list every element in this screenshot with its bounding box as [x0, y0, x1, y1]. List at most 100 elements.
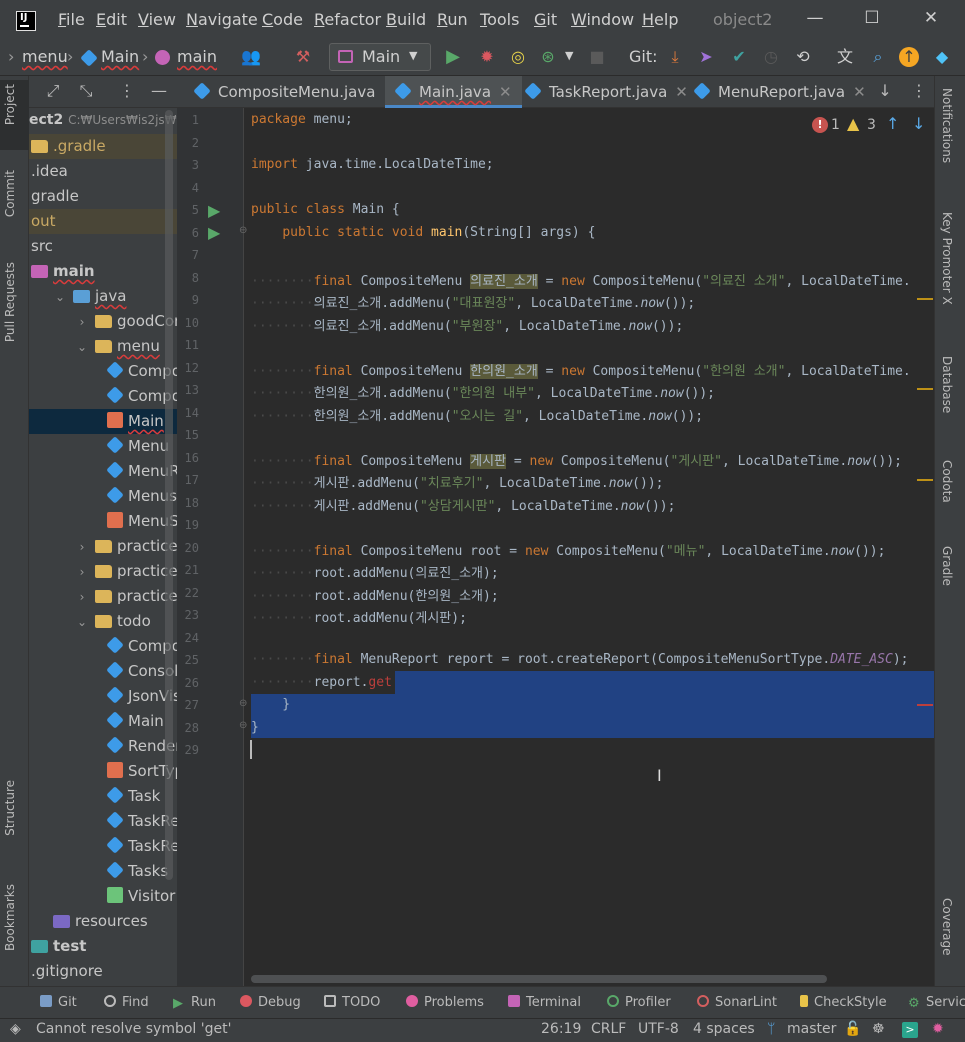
tool-tab-structure[interactable]: Structure — [3, 780, 17, 836]
code-line[interactable]: import java.time.LocalDateTime; — [251, 157, 494, 172]
chevron-right-icon[interactable]: › — [75, 535, 89, 560]
warning-icon[interactable]: ▲ — [847, 114, 859, 133]
tree-item[interactable]: Menus — [29, 484, 177, 509]
code-line[interactable]: ········한의원_소개.addMenu("오시는 길", LocalDat… — [251, 405, 703, 424]
close-tab-icon[interactable]: ✕ — [853, 83, 866, 101]
close-tab-icon[interactable]: ✕ — [499, 83, 512, 101]
tree-item[interactable]: ›practice_pre — [29, 584, 177, 609]
plugin-icon[interactable]: ◆ — [931, 46, 953, 68]
code-line[interactable]: ········final CompositeMenu root = new C… — [251, 540, 885, 559]
error-count[interactable]: 1 — [831, 117, 840, 133]
git-commit-icon[interactable]: ✔ — [728, 46, 750, 68]
menu-git[interactable]: Git — [534, 10, 557, 29]
tree-item[interactable]: resources — [29, 909, 177, 934]
tab-list-down-icon[interactable]: ↓ — [874, 80, 896, 102]
file-encoding[interactable]: UTF-8 — [638, 1021, 679, 1037]
chevron-down-icon[interactable]: ⌄ — [75, 335, 89, 360]
warning-stripe-marker[interactable] — [917, 298, 933, 300]
project-scrollbar[interactable] — [165, 110, 173, 880]
caret-position[interactable]: 26:19 — [541, 1021, 581, 1037]
status-message[interactable]: Cannot resolve symbol 'get' — [36, 1021, 231, 1037]
tab-menu-report[interactable]: MenuReport.java ✕ — [684, 76, 876, 108]
expand-all-icon[interactable]: ⤢ — [42, 80, 64, 102]
tree-item[interactable]: Compos — [29, 359, 177, 384]
fold-icon[interactable]: ⊖ — [239, 698, 247, 709]
tool-debug[interactable]: Debug — [240, 995, 301, 1010]
tool-tab-coverage[interactable]: Coverage — [940, 898, 954, 956]
tool-find[interactable]: Find — [104, 995, 149, 1010]
hector-icon[interactable]: ☸ — [872, 1021, 885, 1037]
code-line[interactable]: ········report.get — [251, 675, 392, 690]
tool-tab-pull-requests[interactable]: Pull Requests — [3, 262, 17, 342]
code-line[interactable]: } — [251, 697, 290, 712]
menu-navigate[interactable]: Navigate — [186, 10, 258, 29]
tool-tab-notifications[interactable]: Notifications — [940, 88, 954, 163]
git-update-icon[interactable]: ⤓ — [664, 46, 686, 68]
breadcrumb-main-class[interactable]: Main — [101, 47, 139, 66]
code-line[interactable]: } — [251, 720, 259, 735]
menu-help[interactable]: Help — [642, 10, 678, 29]
chevron-right-icon[interactable]: › — [75, 310, 89, 335]
chevron-right-icon[interactable]: › — [75, 585, 89, 610]
tree-item[interactable]: JsonVisit — [29, 684, 177, 709]
code-line[interactable]: ········root.addMenu(게시판); — [251, 607, 467, 626]
tool-tab-commit[interactable]: Commit — [3, 170, 17, 217]
menu-run[interactable]: Run — [437, 10, 468, 29]
tree-item[interactable]: Console — [29, 659, 177, 684]
rollback-icon[interactable]: ⟲ — [792, 46, 814, 68]
tree-item[interactable]: .idea — [29, 159, 177, 184]
chevron-down-icon[interactable]: ▼ — [565, 49, 573, 62]
tool-services[interactable]: ⚙ Servic — [908, 995, 965, 1011]
tree-item[interactable]: MenuRe — [29, 459, 177, 484]
codota-icon[interactable]: > — [902, 1022, 918, 1038]
intellij-logo-icon[interactable]: IJ — [16, 11, 36, 31]
code-line[interactable]: package menu; — [251, 112, 353, 127]
code-line[interactable]: ········root.addMenu(의료진_소개); — [251, 562, 499, 581]
event-bug-icon[interactable]: ✹ — [932, 1021, 944, 1037]
prev-highlight-icon[interactable]: ↑ — [886, 114, 899, 133]
code-line[interactable]: ········의료진_소개.addMenu("대표원장", LocalDate… — [251, 292, 695, 311]
tree-item[interactable]: TaskRep — [29, 834, 177, 859]
code-line[interactable]: ········final MenuReport report = root.c… — [251, 652, 908, 667]
tree-item[interactable]: src — [29, 234, 177, 259]
tree-item[interactable]: main — [29, 259, 177, 284]
line-separator[interactable]: CRLF — [591, 1021, 626, 1037]
build-hammer-icon[interactable]: ⚒ — [292, 46, 314, 68]
code-line[interactable]: ········한의원_소개.addMenu("한의원 내부", LocalDa… — [251, 382, 715, 401]
tree-item[interactable]: gradle — [29, 184, 177, 209]
tab-main[interactable]: Main.java ✕ — [385, 76, 522, 108]
tree-item[interactable]: ›practice_ne — [29, 559, 177, 584]
profile-icon[interactable]: ⊛ — [537, 46, 559, 68]
tool-checkstyle[interactable]: CheckStyle — [800, 995, 887, 1010]
code-line[interactable]: public static void main(String[] args) { — [251, 225, 595, 240]
tree-item[interactable]: Visitor — [29, 884, 177, 909]
tree-item[interactable]: .gitignore — [29, 959, 177, 984]
tool-tab-key-promoter[interactable]: Key Promoter X — [940, 212, 954, 305]
menu-build[interactable]: Build — [386, 10, 426, 29]
tree-item[interactable]: TaskRep — [29, 809, 177, 834]
tree-item[interactable]: ›goodCompo — [29, 309, 177, 334]
stop-icon[interactable]: ■ — [586, 46, 608, 68]
tab-task-report[interactable]: TaskReport.java ✕ — [515, 76, 698, 108]
fold-icon[interactable]: ⊖ — [239, 720, 247, 731]
tree-item[interactable]: Compos — [29, 634, 177, 659]
coverage-icon[interactable]: ◎ — [507, 46, 529, 68]
tool-problems[interactable]: Problems — [406, 995, 484, 1010]
tab-options-icon[interactable]: ⋮ — [908, 80, 930, 102]
tree-item[interactable]: Main — [29, 709, 177, 734]
code-line[interactable]: ········final CompositeMenu 한의원_소개 = new… — [251, 360, 911, 379]
indent-setting[interactable]: 4 spaces — [693, 1021, 755, 1037]
git-push-icon[interactable]: ➤ — [695, 46, 717, 68]
menu-view[interactable]: View — [138, 10, 176, 29]
tree-item[interactable]: .gradle — [29, 134, 177, 159]
tree-item[interactable]: Tasks — [29, 859, 177, 884]
chevron-right-icon[interactable]: › — [75, 560, 89, 585]
minimize-icon[interactable]: — — [800, 8, 830, 30]
chevron-down-icon[interactable]: ⌄ — [53, 285, 67, 310]
project-tree-panel[interactable]: .gradle .idea gradle out srcmain ⌄ java ›goodCo… — [29, 76, 177, 986]
error-icon[interactable]: ! — [812, 117, 828, 133]
hide-panel-icon[interactable]: — — [148, 80, 170, 102]
debug-bug-icon[interactable]: ✹ — [476, 46, 498, 68]
tab-composite-menu[interactable]: CompositeMenu.java✕ — [186, 76, 404, 108]
fold-icon[interactable]: ⊖ — [239, 225, 247, 236]
